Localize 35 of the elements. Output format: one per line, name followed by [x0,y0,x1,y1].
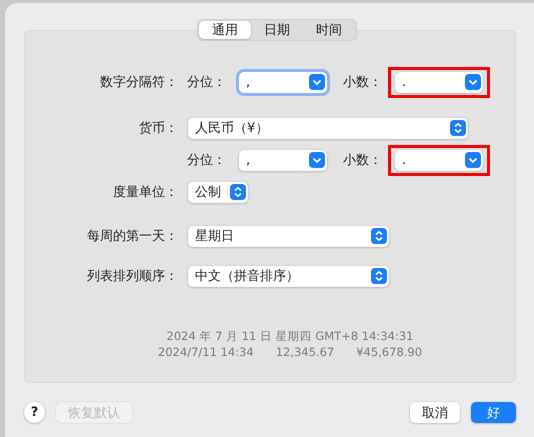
field-label: 列表排列顺序： [86,268,178,285]
popup-button[interactable]: 中文（拼音排序） [188,266,389,286]
chevron-down-icon [465,152,481,168]
help-button[interactable]: ? [24,402,45,423]
ok-button[interactable]: 好 [471,402,516,423]
popup-button[interactable]: 公制 [188,182,248,202]
tab[interactable]: 日期 [251,21,303,39]
chevron-down-icon [465,74,481,90]
field-label: 每周的第一天： [86,228,178,245]
popup-button[interactable]: , [239,150,327,170]
field-label: 小数： [343,74,382,91]
tab[interactable]: 时间 [303,21,355,39]
sample-format-text: 12,345.67 [276,345,334,359]
field-label: 数字分隔符： [99,74,178,91]
popup-button[interactable]: . [395,72,483,92]
up-down-chevron-icon [450,120,466,136]
chevron-down-icon [309,152,325,168]
sample-format-text: ¥45,678.90 [356,345,422,359]
chevron-down-icon [309,74,325,90]
sample-date-text: 2024 年 7 月 11 日 星期四 GMT+8 14:34:31 [166,329,414,344]
tab[interactable]: 通用 [199,21,251,39]
field-label: 度量单位： [112,184,178,201]
up-down-chevron-icon [230,184,246,200]
cancel-button[interactable]: 取消 [410,402,460,423]
field-label: 货币： [138,120,178,137]
popup-button[interactable]: . [395,150,483,170]
popup-button[interactable]: , [239,72,327,92]
up-down-chevron-icon [371,268,387,284]
field-label: 小数： [343,152,382,169]
field-label: 分位： [187,152,226,169]
field-label: 分位： [187,74,226,91]
up-down-chevron-icon [371,228,387,244]
popup-button[interactable]: 星期日 [188,226,389,246]
sample-format-text: 2024/7/11 14:34 [158,345,254,359]
popup-button[interactable]: 人民币（¥） [188,118,468,138]
